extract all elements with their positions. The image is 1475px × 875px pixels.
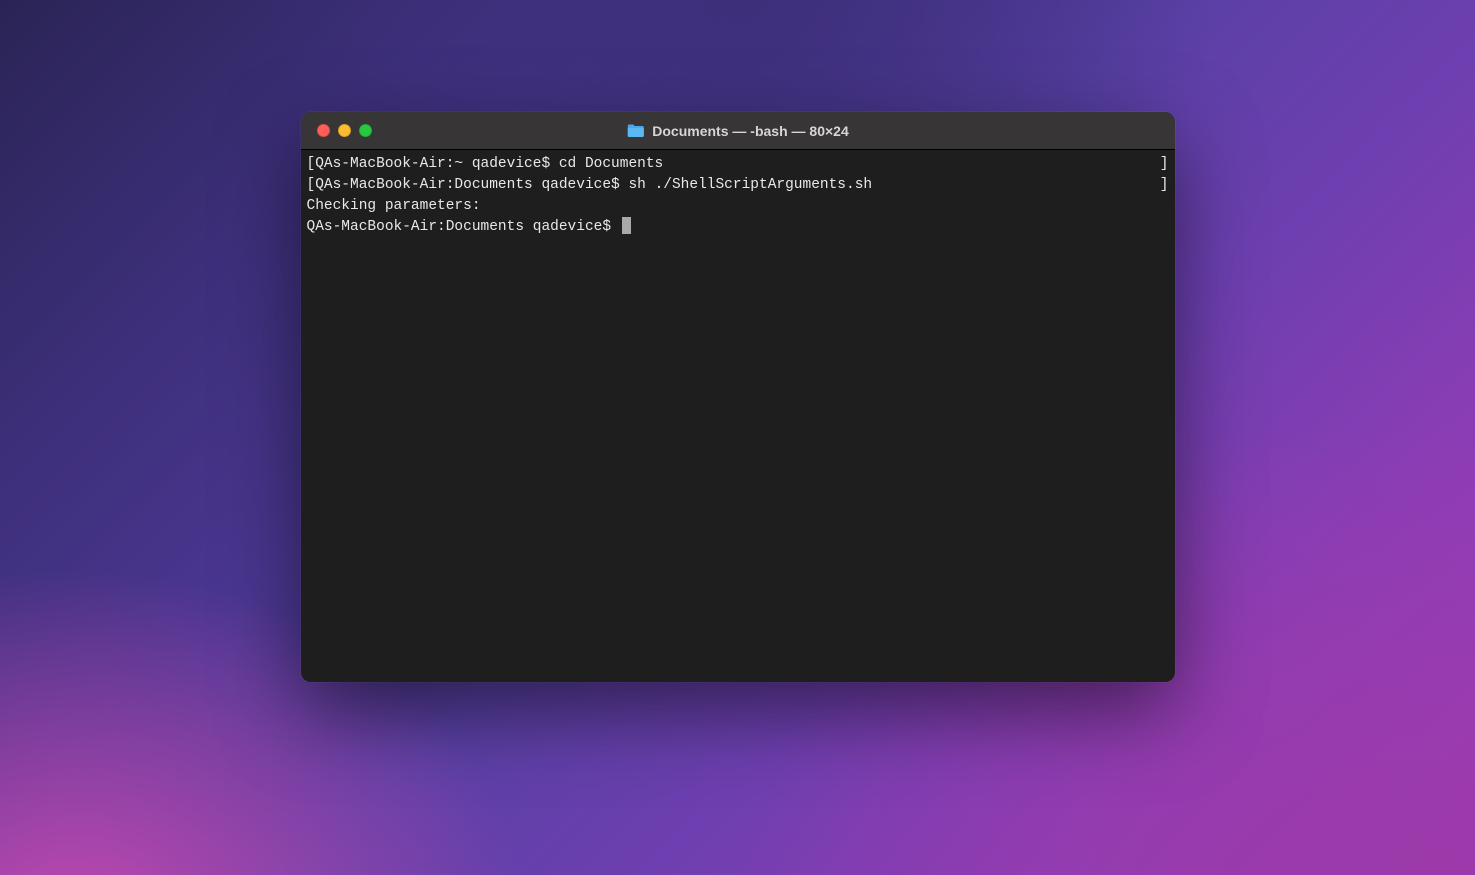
line-bracket-close: ] (1160, 154, 1169, 175)
window-title: Documents — -bash — 80×24 (652, 123, 848, 139)
desktop-background: Documents — -bash — 80×24 [QAs-MacBook-A… (0, 0, 1475, 875)
terminal-line-text: QAs-MacBook-Air:~ qadevice$ cd Documents (315, 154, 1160, 175)
terminal-line: QAs-MacBook-Air:Documents qadevice$ (307, 217, 1169, 238)
terminal-line: [QAs-MacBook-Air:~ qadevice$ cd Document… (307, 154, 1169, 175)
prompt-text: QAs-MacBook-Air:Documents qadevice$ (315, 177, 628, 193)
terminal-window: Documents — -bash — 80×24 [QAs-MacBook-A… (301, 112, 1175, 682)
prompt-text: QAs-MacBook-Air:Documents qadevice$ (307, 219, 620, 235)
window-title-content: Documents — -bash — 80×24 (626, 123, 848, 139)
traffic-lights (317, 124, 372, 137)
terminal-line: [QAs-MacBook-Air:Documents qadevice$ sh … (307, 175, 1169, 196)
terminal-line: Checking parameters: (307, 196, 1169, 217)
minimize-button[interactable] (338, 124, 351, 137)
line-bracket-open: [ (307, 175, 316, 196)
line-bracket-close: ] (1160, 175, 1169, 196)
output-text: Checking parameters: (307, 198, 481, 214)
terminal-line-text: Checking parameters: (307, 196, 1169, 217)
prompt-text: QAs-MacBook-Air:~ qadevice$ (315, 156, 559, 172)
command-text: sh ./ShellScriptArguments.sh (628, 177, 872, 193)
close-button[interactable] (317, 124, 330, 137)
maximize-button[interactable] (359, 124, 372, 137)
window-titlebar[interactable]: Documents — -bash — 80×24 (301, 112, 1175, 150)
terminal-body[interactable]: [QAs-MacBook-Air:~ qadevice$ cd Document… (301, 150, 1175, 682)
terminal-line-text: QAs-MacBook-Air:Documents qadevice$ sh .… (315, 175, 1160, 196)
terminal-line-text: QAs-MacBook-Air:Documents qadevice$ (307, 217, 1169, 238)
line-bracket-open: [ (307, 154, 316, 175)
folder-icon (626, 123, 644, 138)
cursor (622, 217, 631, 234)
command-text: cd Documents (559, 156, 663, 172)
